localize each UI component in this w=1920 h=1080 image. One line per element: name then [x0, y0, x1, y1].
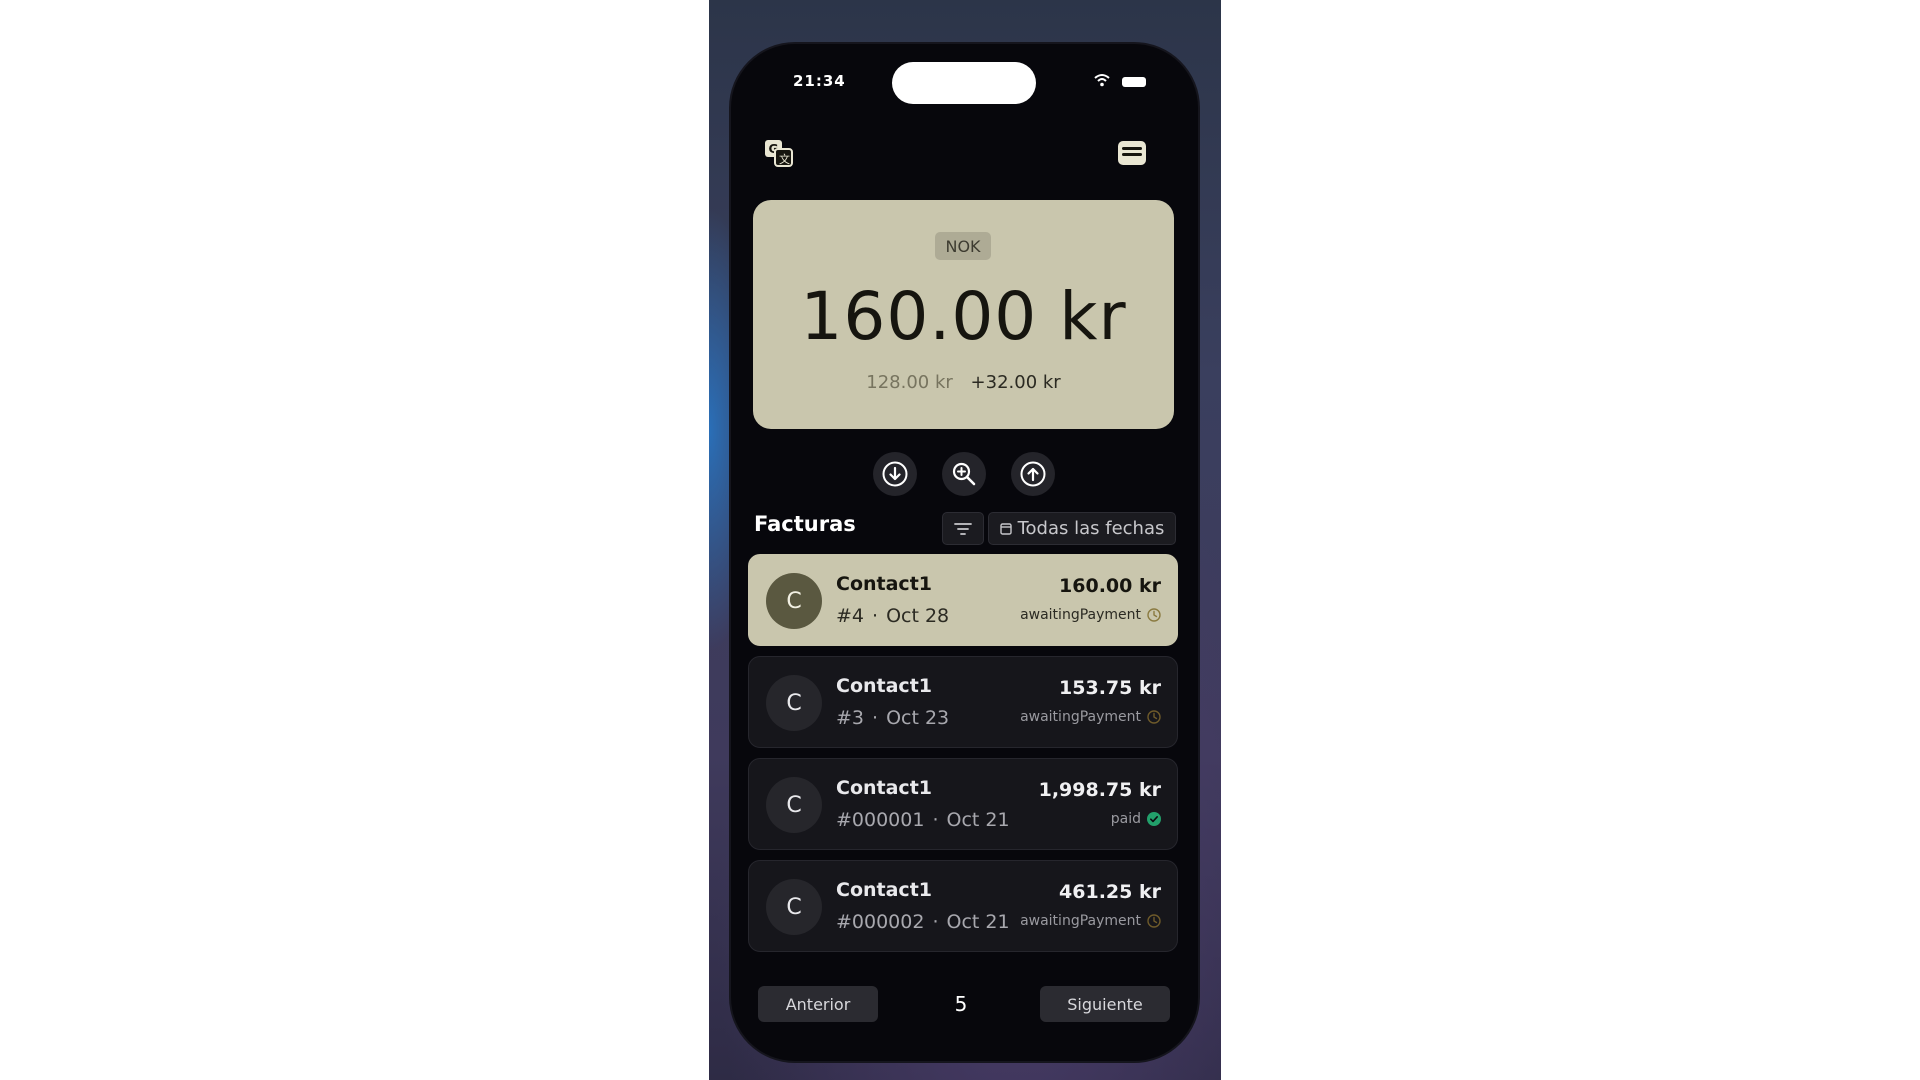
- battery-icon: [1122, 77, 1146, 87]
- invoice-date: Oct 28: [886, 605, 950, 627]
- invoice-meta: #000002 · Oct 21: [836, 911, 1010, 933]
- invoice-amount: 1,998.75 kr: [1038, 779, 1161, 801]
- status-label: awaitingPayment: [1020, 913, 1141, 929]
- avatar: C: [766, 777, 822, 833]
- search-button[interactable]: [942, 452, 986, 496]
- clock-icon: [1147, 608, 1161, 622]
- contact-name: Contact1: [836, 573, 932, 595]
- balance-breakdown: 128.00 kr +32.00 kr: [753, 372, 1174, 393]
- invoice-date: Oct 21: [946, 911, 1010, 933]
- invoice-row[interactable]: C Contact1 #3 · Oct 23 153.75 kr awaitingP…: [748, 656, 1178, 748]
- calendar-icon: [999, 523, 1012, 535]
- balance-tax: +32.00 kr: [970, 372, 1061, 393]
- action-buttons: [731, 452, 1198, 496]
- invoice-status: awaitingPayment: [1020, 709, 1161, 725]
- phone-frame: 21:34 G 文 NOK 160.00 kr 128.00 kr +32.00…: [731, 44, 1198, 1061]
- status-label: awaitingPayment: [1020, 709, 1141, 725]
- invoice-status: paid: [1111, 811, 1161, 827]
- currency-badge[interactable]: NOK: [935, 232, 991, 260]
- invoice-meta: #000001 · Oct 21: [836, 809, 1010, 831]
- avatar: C: [766, 879, 822, 935]
- invoice-date: Oct 23: [886, 707, 950, 729]
- invoice-row[interactable]: C Contact1 #4 · Oct 28 160.00 kr awaitingP…: [748, 554, 1178, 646]
- contact-name: Contact1: [836, 777, 932, 799]
- invoice-amount: 461.25 kr: [1059, 881, 1161, 903]
- card-menu-icon: [1118, 141, 1146, 165]
- svg-text:文: 文: [779, 152, 790, 166]
- contact-name: Contact1: [836, 879, 932, 901]
- status-time: 21:34: [793, 72, 846, 90]
- translate-button[interactable]: G 文: [762, 136, 796, 170]
- search-zoom-icon: [952, 462, 976, 486]
- next-page-button[interactable]: Siguiente: [1040, 986, 1170, 1022]
- invoice-number: #3: [836, 707, 865, 729]
- invoice-status: awaitingPayment: [1020, 607, 1161, 623]
- balance-base: 128.00 kr: [866, 372, 953, 393]
- filter-button[interactable]: [942, 512, 984, 545]
- invoice-amount: 153.75 kr: [1059, 677, 1161, 699]
- invoice-meta: #4 · Oct 28: [836, 605, 950, 627]
- download-icon: [882, 461, 908, 487]
- date-filter-label: Todas las fechas: [1017, 518, 1165, 539]
- clock-icon: [1147, 914, 1161, 928]
- filter-icon: [954, 522, 972, 535]
- invoice-row[interactable]: C Contact1 #000001 · Oct 21 1,998.75 kr pa…: [748, 758, 1178, 850]
- translate-icon: G 文: [765, 140, 793, 167]
- upload-button[interactable]: [1011, 452, 1055, 496]
- invoice-number: #000002: [836, 911, 925, 933]
- page-number: 5: [954, 992, 968, 1016]
- invoice-number: #4: [836, 605, 865, 627]
- pagination: Anterior 5 Siguiente: [731, 986, 1198, 1022]
- card-menu-button[interactable]: [1115, 136, 1149, 170]
- status-label: awaitingPayment: [1020, 607, 1141, 623]
- invoice-status: awaitingPayment: [1020, 913, 1161, 929]
- previous-page-button[interactable]: Anterior: [758, 986, 878, 1022]
- clock-icon: [1147, 710, 1161, 724]
- contact-name: Contact1: [836, 675, 932, 697]
- upload-icon: [1020, 461, 1046, 487]
- invoice-amount: 160.00 kr: [1059, 575, 1161, 597]
- invoices-title: Facturas: [754, 512, 856, 536]
- avatar: C: [766, 675, 822, 731]
- dynamic-island: [892, 62, 1036, 104]
- balance-total: 160.00 kr: [800, 278, 1127, 355]
- balance-card[interactable]: NOK 160.00 kr 128.00 kr +32.00 kr: [753, 200, 1174, 429]
- invoice-number: #000001: [836, 809, 925, 831]
- date-filter-button[interactable]: Todas las fechas: [988, 512, 1176, 545]
- invoice-list: C Contact1 #4 · Oct 28 160.00 kr awaitingP…: [748, 554, 1178, 962]
- invoice-row[interactable]: C Contact1 #000002 · Oct 21 461.25 kr awai…: [748, 860, 1178, 952]
- check-circle-icon: [1147, 812, 1161, 826]
- download-button[interactable]: [873, 452, 917, 496]
- invoice-date: Oct 21: [946, 809, 1010, 831]
- status-bar: 21:34: [731, 44, 1198, 124]
- status-label: paid: [1110, 811, 1141, 827]
- avatar: C: [766, 573, 822, 629]
- wifi-icon: [1094, 74, 1110, 87]
- invoice-meta: #3 · Oct 23: [836, 707, 950, 729]
